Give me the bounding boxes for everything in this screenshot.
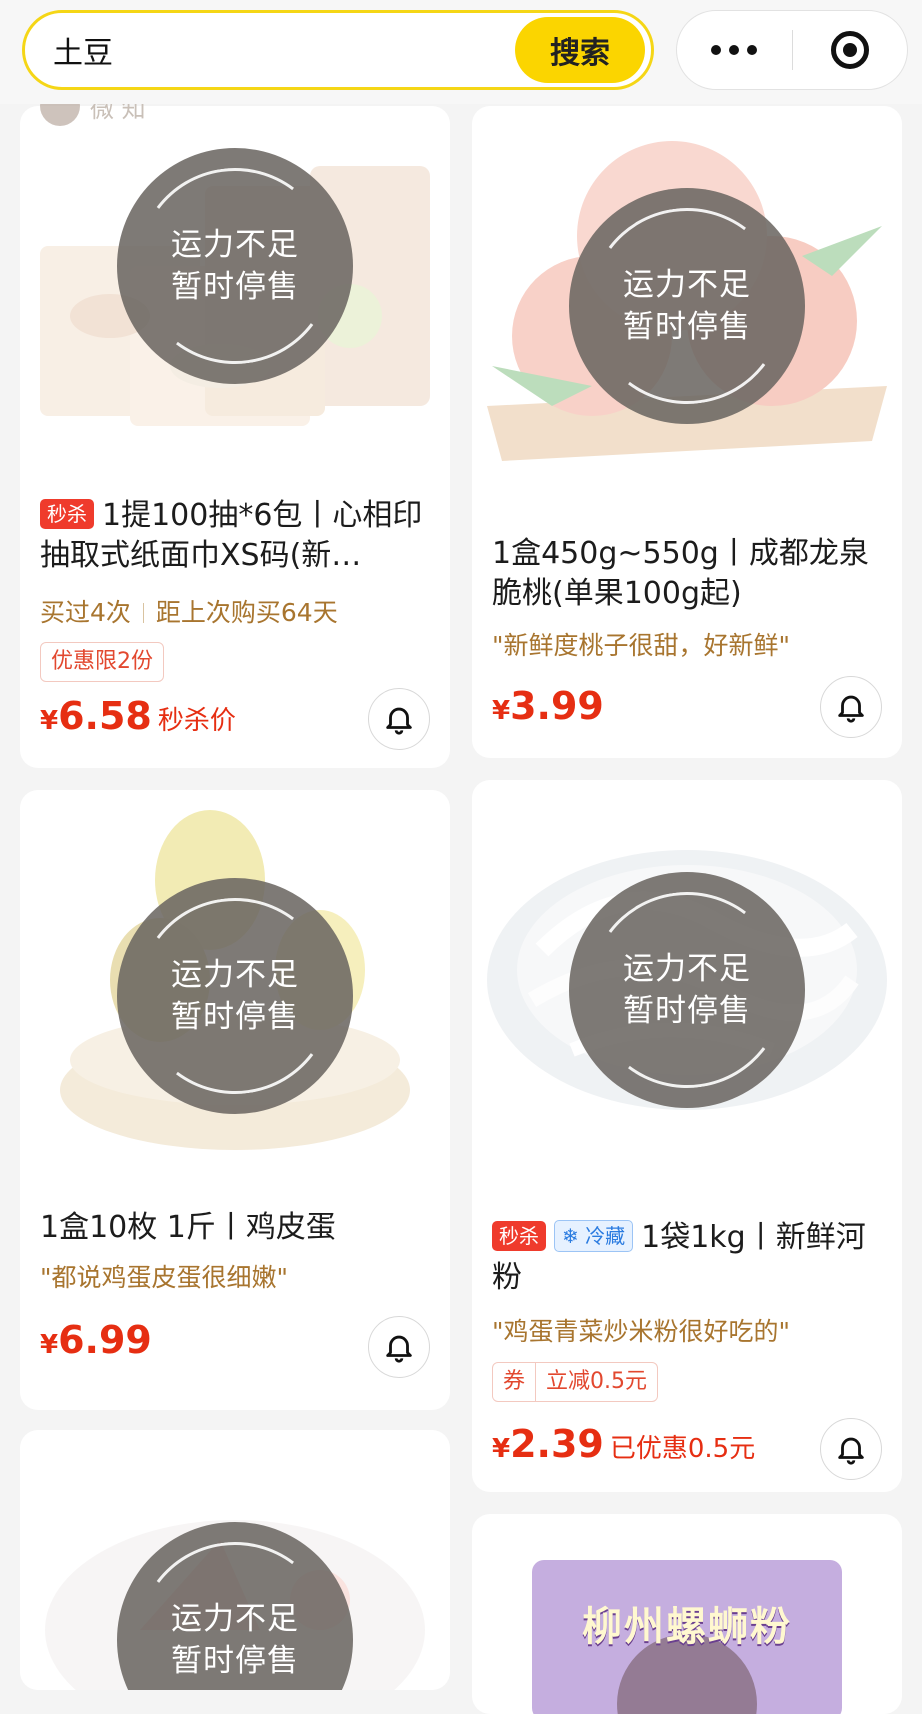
product-review: "都说鸡蛋皮蛋很细嫩" (40, 1263, 288, 1292)
product-card[interactable]: 运力不足 暂时停售 1盒10枚 1斤丨鸡皮蛋 "都说鸡蛋皮蛋很细嫩" ¥6.99 (20, 790, 450, 1410)
more-dots-icon (711, 45, 758, 55)
product-review: "鸡蛋青菜炒米粉很好吃的" (492, 1317, 790, 1346)
product-title: 秒杀 1提100抽*6包丨心相印抽取式纸面巾XS码(新… (40, 498, 423, 573)
coupon-badge: 券立减0.5元 (492, 1362, 659, 1402)
refrigerated-tag: ❄ 冷藏 (554, 1220, 634, 1252)
mini-program-capsule (676, 10, 908, 90)
sold-out-overlay: 运力不足 暂时停售 (569, 872, 805, 1108)
search-input[interactable] (25, 31, 515, 69)
notify-button[interactable] (820, 676, 882, 738)
purchase-history: 买过4次 距上次购买64天 (40, 598, 338, 627)
product-card[interactable]: 运力不足 暂时停售 1盒450g~550g丨成都龙泉脆桃(单果100g起) "新鲜… (472, 106, 902, 758)
product-title: 1盒450g~550g丨成都龙泉脆桃(单果100g起) (492, 536, 869, 611)
flash-sale-tag: 秒杀 (40, 499, 94, 529)
top-bar: 搜索 (0, 0, 922, 104)
bell-icon (386, 707, 412, 735)
bell-icon (838, 1437, 864, 1465)
product-price: ¥6.58 秒杀价 (40, 694, 236, 738)
product-price: ¥3.99 (492, 684, 604, 728)
product-card[interactable]: 运力不足 暂时停售 (20, 1430, 450, 1690)
bell-icon (838, 695, 864, 723)
product-title: 1盒10枚 1斤丨鸡皮蛋 (40, 1210, 336, 1245)
brand-banner-text: 柳州螺蛳粉 (582, 1604, 792, 1650)
notify-button[interactable] (368, 688, 430, 750)
search-bar[interactable]: 搜索 (22, 10, 654, 90)
sold-out-overlay: 运力不足 暂时停售 (117, 878, 353, 1114)
more-button[interactable] (677, 11, 792, 89)
product-title: 秒杀 ❄ 冷藏 1袋1kg丨新鲜河粉 (492, 1220, 866, 1295)
notify-button[interactable] (820, 1418, 882, 1480)
close-button[interactable] (793, 11, 908, 89)
product-card[interactable]: 柳州螺蛳粉 (472, 1514, 902, 1714)
flash-sale-tag: 秒杀 (492, 1221, 546, 1251)
notify-button[interactable] (368, 1316, 430, 1378)
target-icon (830, 31, 869, 69)
product-card[interactable]: 运力不足 暂时停售 秒杀 1提100抽*6包丨心相印抽取式纸面巾XS码(新… 买过4… (20, 106, 450, 768)
sold-out-overlay: 运力不足 暂时停售 (569, 188, 805, 424)
product-card[interactable]: 运力不足 暂时停售 秒杀 ❄ 冷藏 1袋1kg丨新鲜河粉 "鸡蛋青菜炒米粉很好吃的" … (472, 780, 902, 1492)
product-price: ¥2.39 已优惠0.5元 (492, 1422, 756, 1466)
bell-icon (386, 1335, 412, 1363)
product-review: "新鲜度桃子很甜，好新鲜" (492, 631, 790, 660)
product-price: ¥6.99 (40, 1318, 152, 1362)
sold-out-overlay: 运力不足 暂时停售 (117, 148, 353, 384)
promo-badge: 优惠限2份 (40, 642, 164, 682)
snowflake-icon: ❄ (562, 1224, 579, 1248)
search-button[interactable]: 搜索 (515, 17, 645, 83)
